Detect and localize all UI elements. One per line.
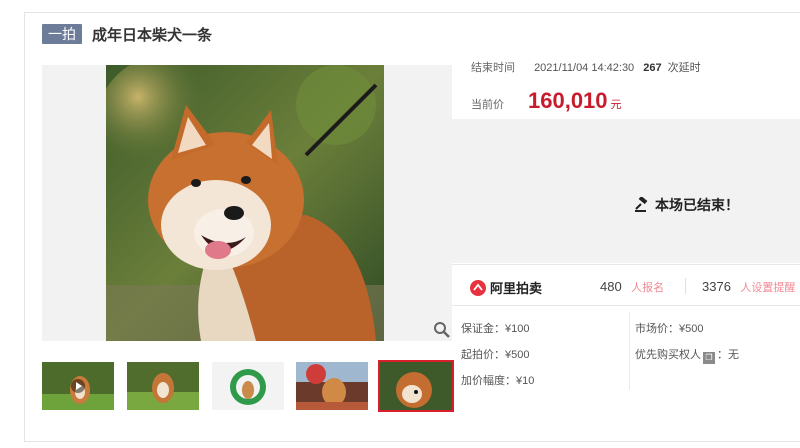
auction-status-box: 本场已结束！ [452,119,800,263]
zoom-icon[interactable] [432,320,452,340]
details-divider [629,312,630,390]
priority-buyer-value: ：无 [717,349,739,361]
priority-buyer: 优先购买权人 ❐ ：无 [635,346,739,364]
gavel-icon [635,197,648,212]
deposit: 保证金：¥100 [461,323,530,335]
platform-name: 阿里拍卖 [490,281,543,296]
delay-count: 267 [643,62,662,74]
current-price-label: 当前价 [471,99,504,111]
market-price: 市场价：¥500 [635,323,704,335]
auction-status-text: 本场已结束！ [655,197,739,213]
title-row: 一拍 成年日本柴犬一条 [42,23,212,45]
reminder-stat: 3376 人设置提醒 [702,278,795,296]
price-unit: 元 [610,99,622,111]
thumbnail-video[interactable] [42,362,114,410]
thumbnail-image[interactable] [296,362,368,410]
start-price: 起拍价：¥500 [461,349,530,361]
end-time-value: 2021/11/04 14:42:30 [534,62,635,74]
end-time-label: 结束时间 [471,62,515,74]
reminder-label: 人设置提醒 [740,282,796,294]
ali-logo-icon [470,279,486,296]
info-badge-icon[interactable]: ❐ [703,352,715,364]
delay-label: 次延时 [667,62,701,74]
bid-increment: 加价幅度：¥10 [461,375,535,387]
stats-divider [685,278,686,294]
current-price-row: 当前价 160,010 元 [471,88,622,114]
stats-bar: 阿里拍卖 480 人报名 3376 人设置提醒 [452,264,800,306]
ali-auction-logo[interactable]: 阿里拍卖 [470,278,542,297]
auction-type-tag: 一拍 [42,24,82,44]
registered-stat: 480 人报名 [600,278,664,296]
registered-count: 480 [600,279,622,294]
thumbnail-image[interactable] [212,362,284,410]
main-image[interactable] [42,65,452,341]
thumbnail-image[interactable] [127,362,199,410]
current-price: 160,010 [528,88,608,113]
auction-ended-notice: 本场已结束！ [634,195,739,215]
play-icon [71,379,85,393]
reminder-count: 3376 [702,279,731,294]
shiba-inu-photo [106,65,384,341]
registered-label: 人报名 [631,282,665,294]
thumbnail-image-selected[interactable] [378,360,454,412]
auction-details: 保证金：¥100 起拍价：¥500 加价幅度：¥10 市场价：¥500 优先购买… [452,306,800,390]
item-title: 成年日本柴犬一条 [92,26,213,44]
priority-buyer-label: 优先购买权人 [635,349,701,361]
end-time-row: 结束时间 2021/11/04 14:42:30 267 次延时 [471,59,701,75]
